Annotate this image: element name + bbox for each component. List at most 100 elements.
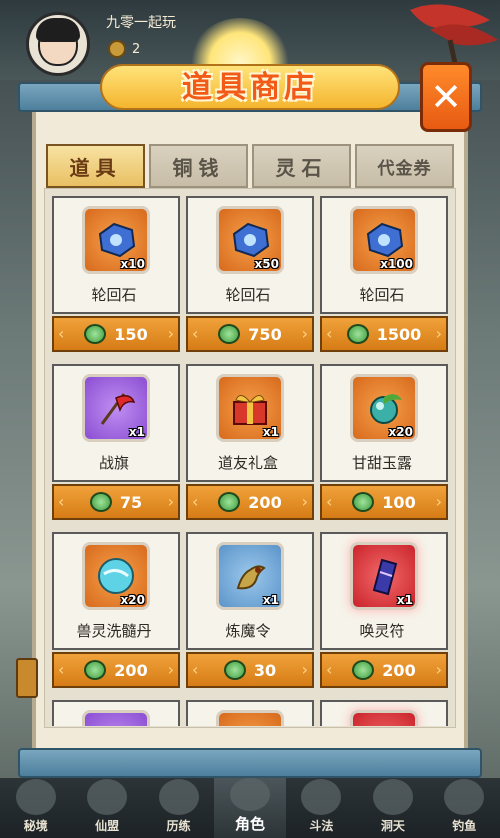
item-name: 轮回石 [225,286,271,304]
item-price-button[interactable]: ‹ 200 › [52,652,180,688]
tab-spirit-stones[interactable]: 灵石 [252,144,351,188]
nav-alliance[interactable]: 仙盟 [71,778,142,838]
item-icon-box [82,710,150,726]
shop-item-card[interactable]: x10 轮回石 ‹ 150 › [52,196,180,352]
item-icon-box: x1 [82,374,150,442]
item-quantity: x1 [128,425,145,439]
shop-title: 道具商店 [182,70,318,105]
shop-item-card[interactable]: x1 炼魔令 ‹ 30 › [186,532,314,688]
shop-item-card[interactable]: x1 唤灵符 ‹ 200 › [320,532,448,688]
secret-realm-icon [15,779,56,815]
blue-stone-icon [366,222,404,258]
item-quantity: x20 [388,425,413,439]
shop-item-card[interactable]: x20 兽灵洗髓丹 ‹ 200 › [52,532,180,688]
item-icon-box: x1 [216,542,284,610]
item-price: 30 [253,660,277,680]
nav-label: 洞天 [380,819,405,833]
jade-currency-icon [223,660,246,680]
spirit-pill-icon [98,558,134,594]
item-grid: x10 轮回石 ‹ 150 › x50 轮回石 ‹ 750 › x100 轮回石 ‹ 15… [52,196,450,726]
item-icon-box: x1 [350,542,418,610]
item-icon-box: x20 [350,374,418,442]
duel-icon [301,779,342,815]
blue-stone-icon [232,222,270,258]
coin-icon [108,40,126,58]
item-price-button[interactable]: ‹ 200 › [186,484,314,520]
jade-dew-icon [370,394,402,424]
nav-label: 角色 [234,815,265,833]
nav-label: 历练 [166,819,191,833]
bottom-navigation: 秘境 仙盟 历练 角色 斗法 洞天 钓鱼 [0,778,500,838]
item-price-button[interactable]: ‹ 750 › [186,316,314,352]
tab-items[interactable]: 道具 [46,144,145,188]
item-quantity: x20 [120,593,145,607]
nav-label: 仙盟 [95,819,120,833]
summon-talisman-icon [372,558,398,596]
nav-fishing[interactable]: 钓鱼 [429,778,500,838]
item-name: 唤灵符 [359,622,405,640]
jade-currency-icon [352,492,375,512]
scroll-bottom-rod [18,748,482,778]
item-quantity: x10 [120,257,145,271]
item-quantity: x50 [254,257,279,271]
item-name: 战旗 [98,454,129,472]
item-price: 200 [382,660,416,680]
fishing-icon [444,779,485,815]
item-price-button[interactable]: ‹ 1500 › [320,316,448,352]
item-price-button[interactable]: ‹ 30 › [186,652,314,688]
item-price-button[interactable]: ‹ 200 › [320,652,448,688]
jade-currency-icon [218,324,241,344]
coin-count: 2 [132,41,141,57]
item-price-button[interactable]: ‹ 100 › [320,484,448,520]
shop-item-card[interactable]: x1 战旗 ‹ 75 › [52,364,180,520]
training-icon [158,779,199,815]
item-price: 200 [114,660,148,680]
item-icon-box: x20 [82,542,150,610]
item-name: 道友礼盒 [217,454,278,472]
item-price: 200 [248,492,282,512]
jade-currency-icon [352,660,375,680]
item-price-button[interactable]: ‹ 150 › [52,316,180,352]
tab-copper-coins[interactable]: 铜钱 [149,144,248,188]
war-flag-icon [100,393,136,425]
item-price: 750 [248,324,282,344]
item-icon-box: x50 [216,206,284,274]
nav-training[interactable]: 历练 [143,778,214,838]
item-quantity: x100 [380,257,413,271]
shop-item-card[interactable]: x20 甘甜玉露 ‹ 100 › [320,364,448,520]
item-price: 1500 [376,324,422,344]
item-price: 75 [119,492,143,512]
tab-vouchers[interactable]: 代金券 [355,144,454,188]
nav-label: 斗法 [309,819,334,833]
nav-label: 钓鱼 [452,819,477,833]
nav-cave-paradise[interactable]: 洞天 [357,778,428,838]
gift-box-icon [233,395,267,425]
nav-duel[interactable]: 斗法 [286,778,357,838]
item-name: 轮回石 [359,286,405,304]
item-quantity: x1 [262,425,279,439]
jade-currency-icon [89,492,112,512]
player-avatar[interactable] [26,12,90,76]
item-name: 兽灵洗髓丹 [76,622,152,640]
jade-currency-icon [218,492,241,512]
nav-character[interactable]: 角色 [214,778,286,838]
blue-stone-icon [98,222,136,258]
item-price-button[interactable]: ‹ 75 › [52,484,180,520]
shop-item-card[interactable]: x100 轮回石 ‹ 1500 › [320,196,448,352]
shop-item-card-partial[interactable] [186,700,314,726]
item-quantity: x1 [262,593,279,607]
item-name: 炼魔令 [225,622,271,640]
nav-secret-realm[interactable]: 秘境 [0,778,71,838]
shop-item-card-partial[interactable] [52,700,180,726]
close-button[interactable]: ✕ [420,62,472,132]
item-icon-box [350,710,418,726]
item-icon-box [216,710,284,726]
jade-currency-icon [84,660,107,680]
side-event-button[interactable] [16,658,38,698]
close-icon: ✕ [430,75,462,119]
shop-item-card[interactable]: x50 轮回石 ‹ 750 › [186,196,314,352]
shop-item-card-partial[interactable] [320,700,448,726]
item-icon-box: x10 [82,206,150,274]
item-name: 轮回石 [91,286,137,304]
shop-item-card[interactable]: x1 道友礼盒 ‹ 200 › [186,364,314,520]
